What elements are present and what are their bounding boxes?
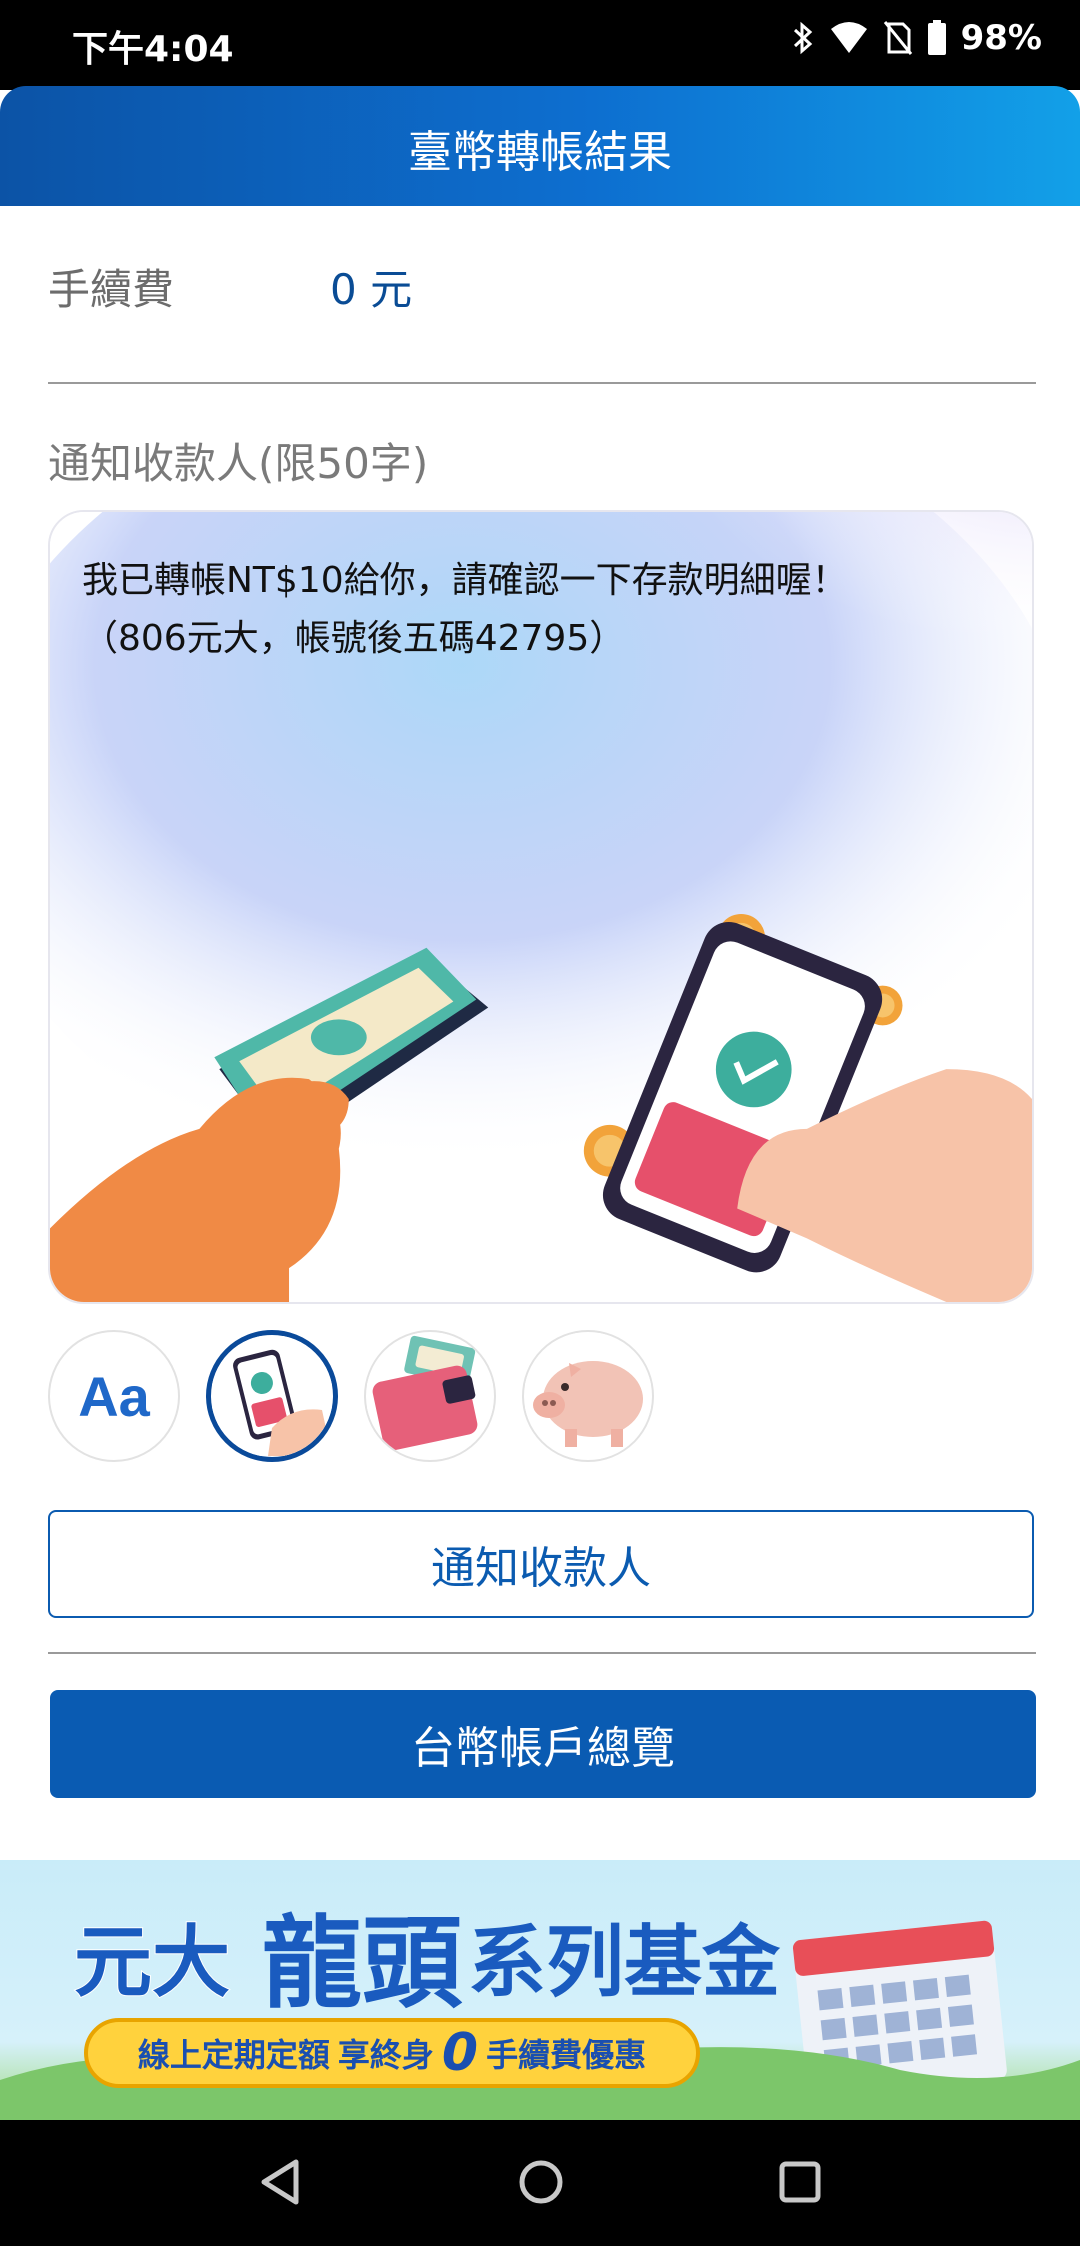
fund-promo-banner[interactable]: 元大 龍頭 系列基金 線上定期定額 享終身 0 手續費優惠 xyxy=(0,1860,1080,2120)
template-text-only[interactable]: Aa xyxy=(48,1330,180,1462)
piggy-bank-icon xyxy=(525,1333,651,1459)
message-card[interactable]: 我已轉帳NT$10給你，請確認一下存款明細喔！ （806元大，帳號後五碼4279… xyxy=(48,510,1034,1304)
account-overview-button[interactable]: 台幣帳戶總覽 xyxy=(50,1690,1036,1798)
page-title: 臺幣轉帳結果 xyxy=(408,127,672,178)
no-sim-icon xyxy=(883,21,912,55)
template-wallet[interactable] xyxy=(364,1330,496,1462)
battery-icon xyxy=(927,20,946,55)
fee-value: 0 元 xyxy=(330,265,413,314)
status-icons: 98% xyxy=(791,18,1042,58)
recents-icon[interactable] xyxy=(778,2158,822,2206)
notify-message[interactable]: 我已轉帳NT$10給你，請確認一下存款明細喔！ （806元大，帳號後五碼4279… xyxy=(82,552,1002,668)
back-icon[interactable] xyxy=(258,2158,302,2206)
notify-recipient-button[interactable]: 通知收款人 xyxy=(48,1510,1034,1618)
wifi-icon xyxy=(830,22,867,53)
template-phone-payment[interactable] xyxy=(206,1330,338,1462)
status-bar: 下午4:04 98% xyxy=(0,0,1080,90)
divider xyxy=(48,382,1036,384)
banner-subtitle-zero: 0 xyxy=(441,2023,479,2083)
divider xyxy=(48,1652,1036,1654)
bluetooth-icon xyxy=(793,21,812,55)
banner-title-part1: 元大 xyxy=(73,1917,231,2009)
fee-label: 手續費 xyxy=(48,265,175,314)
banner-subtitle-part1: 線上定期定額 xyxy=(137,2036,330,2074)
banner-title-part3: 系列基金 xyxy=(468,1918,781,2008)
template-piggy-bank[interactable] xyxy=(522,1330,654,1462)
banner-title-part2: 龍頭 xyxy=(262,1905,462,2022)
app-header: 臺幣轉帳結果 xyxy=(0,86,1080,206)
status-time: 下午4:04 xyxy=(72,29,234,70)
text-template-label: Aa xyxy=(78,1364,150,1428)
banner-subtitle-part2: 享終身 xyxy=(337,2036,434,2074)
phone-payment-icon xyxy=(212,1336,332,1456)
banner-subtitle-part3: 手續費優惠 xyxy=(486,2036,647,2074)
template-picker: Aa xyxy=(48,1330,654,1462)
wallet-icon xyxy=(367,1333,493,1459)
banner-subtitle: 線上定期定額 享終身 0 手續費優惠 xyxy=(84,2018,700,2088)
home-icon[interactable] xyxy=(518,2158,564,2206)
battery-percent: 98% xyxy=(960,18,1042,58)
notify-label: 通知收款人(限50字) xyxy=(48,439,429,488)
system-nav-bar xyxy=(0,2120,1080,2246)
